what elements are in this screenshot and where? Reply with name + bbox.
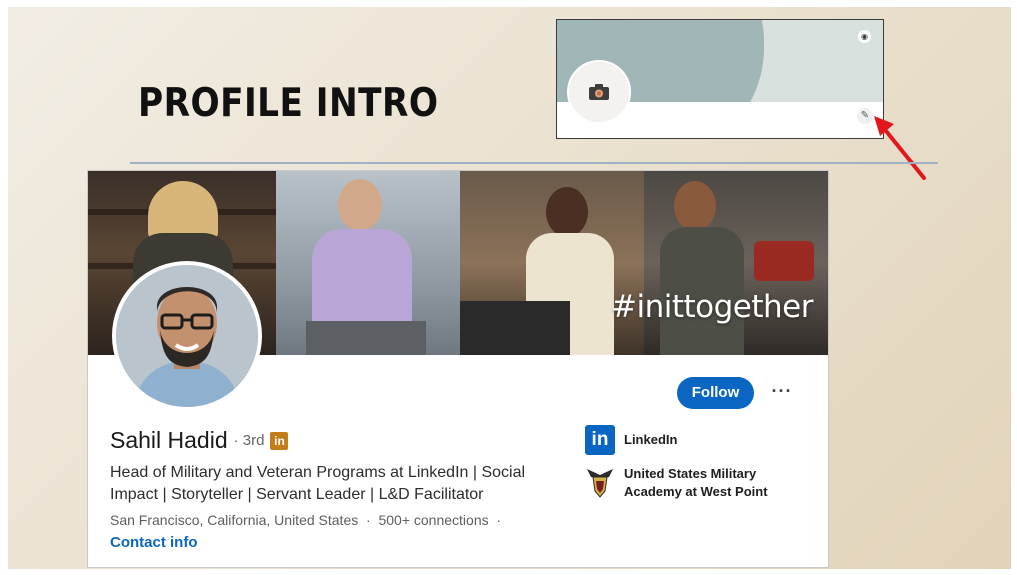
linkedin-badge-icon: in <box>270 431 289 450</box>
avatar[interactable] <box>112 261 262 411</box>
meta-separator: · <box>366 512 371 528</box>
location-text: San Francisco, California, United States <box>110 512 359 528</box>
org-name: United States Military Academy at West P… <box>624 466 768 499</box>
presentation-slide: PROFILE INTRO ◉ ✎ #inittogether Follow ·… <box>8 7 1011 569</box>
more-options-button[interactable]: ··· <box>769 377 795 409</box>
cover-hashtag: #inittogether <box>611 289 814 325</box>
connections-link[interactable]: 500+ connections <box>378 512 488 528</box>
follow-button[interactable]: Follow <box>677 377 754 409</box>
cover-photo-panel <box>644 171 828 355</box>
red-arrow-icon <box>874 116 926 180</box>
meta-separator: · <box>496 512 502 528</box>
profile-meta: San Francisco, California, United States… <box>110 512 501 528</box>
profile-orgs: in LinkedIn United States Military Acade… <box>585 425 825 511</box>
slide-title: PROFILE INTRO <box>138 81 439 126</box>
profile-card: #inittogether Follow ··· Sahil Hadid · 3… <box>87 170 829 568</box>
linkedin-logo-icon: in <box>585 425 615 455</box>
usma-crest-icon <box>585 465 615 499</box>
contact-info-link[interactable]: Contact info <box>110 534 198 551</box>
profile-name: Sahil Hadid <box>110 427 228 453</box>
camera-icon <box>589 84 609 100</box>
mock-avatar[interactable] <box>567 60 631 124</box>
org-item-linkedin[interactable]: in LinkedIn <box>585 425 825 455</box>
connection-degree: · 3rd <box>233 432 265 449</box>
name-row: Sahil Hadid · 3rd in <box>110 427 289 454</box>
org-name: LinkedIn <box>624 432 678 447</box>
camera-icon[interactable]: ◉ <box>858 30 871 43</box>
profile-headline: Head of Military and Veteran Programs at… <box>110 464 526 503</box>
cover-photo-panel <box>460 171 644 355</box>
profile-header-mock: ◉ ✎ <box>556 19 884 139</box>
profile-photo <box>116 265 258 407</box>
cover-photo-panel <box>276 171 460 355</box>
title-divider <box>130 162 938 164</box>
org-item-usma[interactable]: United States Military Academy at West P… <box>585 465 825 501</box>
